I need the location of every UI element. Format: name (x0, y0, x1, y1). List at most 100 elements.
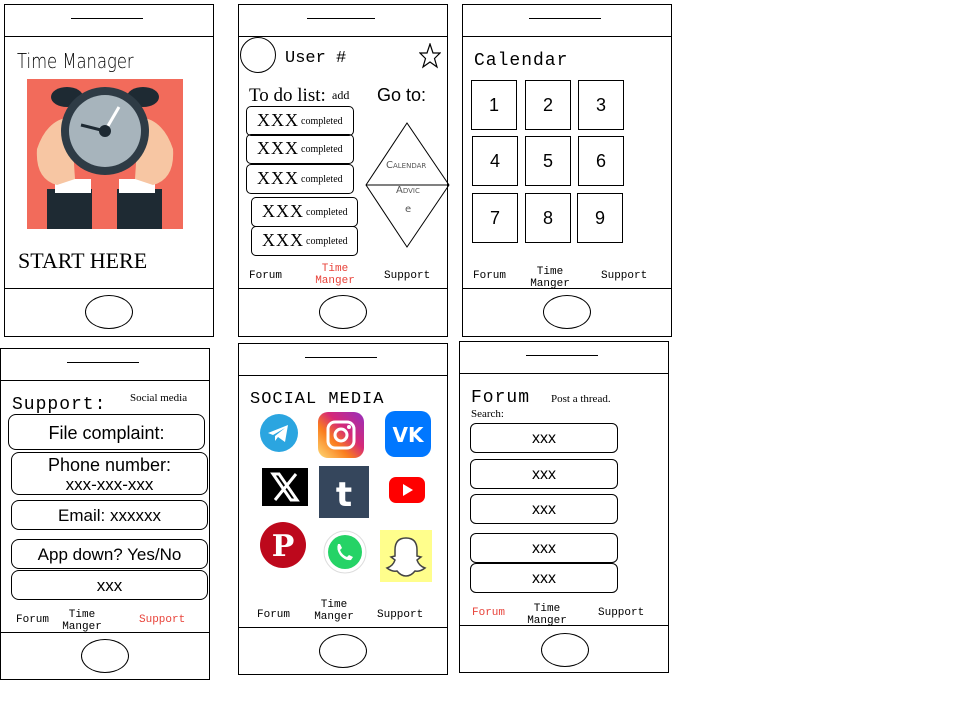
completed-label[interactable]: completed (301, 144, 343, 155)
bottom-divider (463, 288, 671, 289)
tumblr-icon[interactable]: t (319, 466, 369, 523)
nav-time-manager[interactable]: Time Manger (315, 263, 355, 287)
email-card[interactable]: Email: xxxxxx (11, 500, 208, 530)
goto-advice-link[interactable]: Advic (396, 185, 420, 196)
completed-label[interactable]: completed (301, 174, 343, 185)
calendar-day[interactable]: 2 (525, 80, 571, 130)
phone-start-screen: Time Manager START HERE (4, 4, 214, 337)
speaker-line (67, 362, 139, 363)
forum-thread[interactable]: xxx (470, 533, 618, 563)
calendar-title: Calendar (474, 51, 569, 71)
completed-label[interactable]: completed (306, 207, 348, 218)
top-divider (1, 380, 209, 381)
home-button[interactable] (85, 295, 133, 329)
app-title: Time Manager (17, 49, 134, 73)
calendar-day[interactable]: 6 (578, 136, 624, 186)
star-icon[interactable] (418, 42, 442, 74)
home-button[interactable] (319, 634, 367, 668)
x-icon[interactable] (262, 468, 308, 511)
nav-forum[interactable]: Forum (472, 607, 505, 619)
svg-text:t: t (336, 475, 352, 515)
todo-heading: To do list: (249, 85, 326, 106)
phone-support-screen: Support: Social media File complaint: Ph… (0, 348, 210, 680)
youtube-icon[interactable] (389, 477, 425, 508)
calendar-day[interactable]: 7 (472, 193, 518, 243)
bottom-divider (239, 288, 447, 289)
goto-calendar-link[interactable]: Calendar (386, 160, 426, 171)
svg-text:VK: VK (393, 423, 425, 447)
avatar[interactable] (240, 37, 276, 73)
forum-thread[interactable]: xxx (470, 423, 618, 453)
forum-thread[interactable]: xxx (470, 563, 618, 593)
calendar-day[interactable]: 5 (525, 136, 571, 186)
pinterest-icon[interactable]: P (260, 522, 306, 573)
forum-thread[interactable]: xxx (470, 494, 618, 524)
file-complaint-button[interactable]: File complaint: (8, 414, 205, 450)
nav-forum[interactable]: Forum (257, 609, 290, 621)
todo-item[interactable]: XXX completed (246, 164, 354, 194)
top-divider (5, 36, 213, 37)
phone-todo-screen: User # To do list: add Go to: XXX complet… (238, 4, 450, 337)
nav-support[interactable]: Support (598, 607, 644, 619)
completed-label[interactable]: completed (301, 116, 343, 127)
goto-advice-link-cont[interactable]: e (405, 204, 411, 215)
bottom-divider (239, 627, 447, 628)
nav-support[interactable]: Support (601, 270, 647, 282)
svg-text:P: P (272, 529, 295, 564)
phone-social-screen: SOCIAL MEDIA VK t P Forum Time Manger Sup… (238, 343, 448, 675)
nav-support[interactable]: Support (139, 614, 185, 626)
add-todo-link[interactable]: add (332, 88, 349, 103)
instagram-icon[interactable] (318, 412, 364, 463)
clock-illustration (27, 79, 183, 229)
nav-support[interactable]: Support (384, 270, 430, 282)
phone-calendar-screen: Calendar 1 2 3 4 5 6 7 8 9 Forum Time Man… (462, 4, 672, 337)
speaker-line (526, 355, 598, 356)
calendar-day[interactable]: 4 (472, 136, 518, 186)
nav-forum[interactable]: Forum (473, 270, 506, 282)
post-thread-link[interactable]: Post a thread. (551, 393, 611, 405)
calendar-day[interactable]: 3 (578, 80, 624, 130)
calendar-day[interactable]: 9 (577, 193, 623, 243)
start-here-button[interactable]: START HERE (18, 248, 147, 274)
nav-time-manager[interactable]: Time Manger (526, 603, 568, 627)
nav-time-manager[interactable]: Time Manger (313, 599, 355, 623)
search-label: Search: (471, 408, 504, 420)
nav-time-manager[interactable]: Time Manger (529, 266, 571, 290)
nav-time-manager[interactable]: Time Manger (61, 609, 103, 633)
speaker-line (305, 357, 377, 358)
todo-item[interactable]: XXX completed (246, 134, 354, 164)
app-down-toggle[interactable]: App down? Yes/No (11, 539, 208, 569)
speaker-line (529, 18, 601, 19)
home-button[interactable] (541, 633, 589, 667)
top-divider (463, 36, 671, 37)
calendar-day[interactable]: 8 (525, 193, 571, 243)
home-button[interactable] (81, 639, 129, 673)
forum-thread[interactable]: xxx (470, 459, 618, 489)
todo-item[interactable]: XXX completed (251, 197, 358, 227)
top-divider (460, 373, 668, 374)
nav-forum[interactable]: Forum (16, 614, 49, 626)
todo-item[interactable]: XXX completed (246, 106, 354, 136)
completed-label[interactable]: completed (306, 236, 348, 247)
speaker-line (71, 18, 143, 19)
top-divider (239, 36, 447, 37)
nav-forum[interactable]: Forum (249, 270, 282, 282)
nav-support[interactable]: Support (377, 609, 423, 621)
support-extra-field[interactable]: xxx (11, 570, 208, 600)
phone-number-card[interactable]: Phone number: xxx-xxx-xxx (11, 452, 208, 495)
snapchat-icon[interactable] (380, 530, 432, 587)
goto-heading: Go to: (377, 85, 427, 105)
social-media-link[interactable]: Social media (130, 392, 187, 404)
vk-icon[interactable]: VK (385, 411, 431, 462)
top-divider (239, 375, 447, 376)
whatsapp-icon[interactable] (323, 530, 367, 579)
home-button[interactable] (543, 295, 591, 329)
calendar-day[interactable]: 1 (471, 80, 517, 130)
user-label: User # (285, 49, 347, 68)
bottom-divider (5, 288, 213, 289)
support-title: Support: (12, 395, 107, 415)
social-title: SOCIAL MEDIA (250, 390, 385, 409)
todo-item[interactable]: XXX completed (251, 226, 358, 256)
telegram-icon[interactable] (260, 414, 298, 457)
home-button[interactable] (319, 295, 367, 329)
